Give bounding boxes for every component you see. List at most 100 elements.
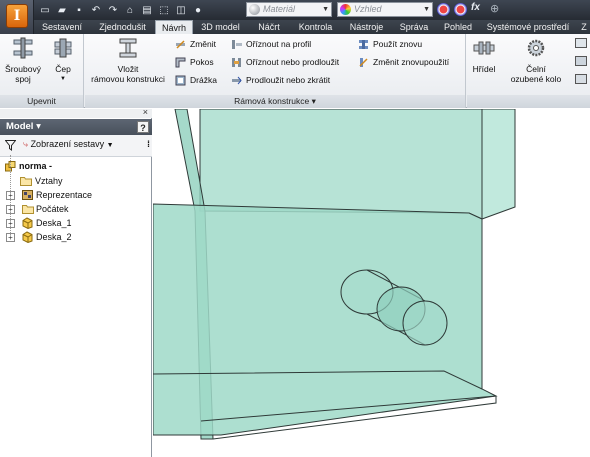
- tree-item-label: Počátek: [36, 204, 69, 214]
- group-upevnit-footer[interactable]: Upevnit: [0, 95, 83, 108]
- browser-title-bar[interactable]: Model ▾ ?: [0, 119, 152, 135]
- tree-guide-line: [10, 155, 11, 237]
- notch-label: Drážka: [190, 75, 217, 85]
- tree-item-label: Reprezentace: [36, 190, 93, 200]
- quick-access-toolbar: ▭ ▰ ▪ ↶ ↷ ⌂ ▤ ⬚ ◫ ●: [38, 2, 205, 18]
- tree-item-deska-1[interactable]: + Deska_1: [6, 216, 72, 230]
- frame-member-icon: [119, 38, 137, 58]
- graphics-viewport[interactable]: [153, 109, 590, 457]
- measure-icon[interactable]: ◫: [174, 3, 188, 17]
- trim-extend-button[interactable]: Oříznout nebo prodloužit: [231, 55, 339, 69]
- home-icon[interactable]: ⌂: [123, 3, 137, 17]
- model-3d-view[interactable]: [153, 109, 590, 457]
- chevron-down-icon: ▼: [106, 142, 114, 149]
- filter-icon[interactable]: [5, 140, 16, 151]
- cam-icon[interactable]: [575, 74, 587, 84]
- change-frame-icon: [176, 40, 185, 49]
- change-button[interactable]: Změnit: [175, 37, 216, 51]
- insert-frame-button[interactable]: Vložit rámovou konstrukci: [85, 37, 171, 84]
- tree-item-vztahy[interactable]: Vztahy: [20, 174, 63, 188]
- panel-header-strip: ×: [0, 107, 152, 118]
- spur-gear-button[interactable]: Čelní ozubené kolo: [503, 37, 569, 84]
- pin-button[interactable]: Čep ▼: [46, 37, 80, 84]
- new-file-icon[interactable]: ▭: [38, 3, 52, 17]
- trim-extend-label: Oříznout nebo prodloužit: [246, 57, 340, 67]
- title-bar: ▭ ▰ ▪ ↶ ↷ ⌂ ▤ ⬚ ◫ ● Materiál ▼ Vzhled ▼ …: [0, 0, 590, 20]
- inventor-logo-icon: I: [6, 4, 28, 28]
- adjust-appearance-icon[interactable]: [454, 3, 467, 16]
- open-folder-icon[interactable]: ▰: [55, 3, 69, 17]
- bearing-icon[interactable]: [575, 38, 587, 48]
- lengthen-button[interactable]: Prodloužit nebo zkrátit: [231, 73, 330, 87]
- select-icon[interactable]: ⬚: [157, 3, 171, 17]
- spur-gear-icon: [527, 39, 545, 57]
- browser-toolbar: ⤷ Zobrazení sestavy ▼ ⁞: [0, 135, 152, 157]
- undo-icon[interactable]: ↶: [89, 3, 103, 17]
- tab-kontrola[interactable]: Kontrola: [290, 20, 341, 34]
- redo-icon[interactable]: ↷: [106, 3, 120, 17]
- trim-profile-label: Oříznout na profil: [246, 39, 312, 49]
- hole-inner[interactable]: [402, 300, 448, 346]
- appearance-ball-icon: [340, 4, 351, 15]
- reuse-icon: [359, 40, 368, 49]
- bolt-connection-icon: [13, 37, 33, 59]
- properties-icon[interactable]: ▤: [140, 3, 154, 17]
- ribbon-panel: Šroubový spoj Čep ▼ Upevnit Vložit rámov…: [0, 34, 590, 108]
- tab-nastroje[interactable]: Nástroje: [341, 20, 392, 34]
- trim-extend-icon: [232, 58, 241, 67]
- fx-parameters-icon[interactable]: fx: [471, 2, 480, 13]
- close-icon[interactable]: ×: [143, 107, 148, 117]
- reuse-button[interactable]: Použít znovu: [358, 37, 422, 51]
- trim-profile-icon: [232, 40, 242, 49]
- vbelt-icon[interactable]: [575, 56, 587, 66]
- crosshair-icon[interactable]: ⊕: [490, 2, 499, 15]
- tree-item-pocatek[interactable]: + Počátek: [6, 202, 69, 216]
- folder-icon: [22, 205, 34, 214]
- search-icon[interactable]: ⁞: [147, 139, 150, 149]
- chevron-down-icon: ▼: [60, 76, 66, 82]
- update-icon[interactable]: ●: [191, 3, 205, 17]
- miter-button[interactable]: Pokos: [175, 55, 214, 69]
- help-icon[interactable]: ?: [137, 121, 149, 133]
- tree-item-label: Deska_2: [36, 232, 72, 242]
- group-transmission-footer[interactable]: [467, 95, 590, 108]
- browser-title[interactable]: Model ▾: [6, 121, 41, 132]
- model-browser: × Model ▾ ? ⤷ Zobrazení sestavy ▼ ⁞ norm…: [0, 107, 152, 457]
- tab-nacrt[interactable]: Náčrt: [248, 20, 290, 34]
- appearance-placeholder: Vzhled: [354, 4, 382, 14]
- insert-frame-line2: rámovou konstrukci: [91, 74, 165, 84]
- save-icon[interactable]: ▪: [72, 3, 86, 17]
- tab-sestaveni[interactable]: Sestavení: [34, 20, 90, 34]
- folder-icon: [20, 177, 32, 186]
- tab-navrh[interactable]: Návrh: [155, 20, 193, 35]
- appearance-combo[interactable]: Vzhled ▼: [337, 2, 433, 17]
- notch-button[interactable]: Drážka: [175, 73, 217, 87]
- gear-label-line1: Čelní: [526, 64, 546, 74]
- lengthen-label: Prodloužit nebo zkrátit: [246, 75, 331, 85]
- tab-systemove-prostredi[interactable]: Systémové prostředí: [480, 20, 576, 34]
- shaft-button[interactable]: Hřídel: [467, 37, 501, 74]
- material-combo[interactable]: Materiál ▼: [246, 2, 332, 17]
- view-icon: ⤷: [23, 139, 29, 149]
- tab-3d-model[interactable]: 3D model: [193, 20, 248, 34]
- tree-item-deska-2[interactable]: + Deska_2: [6, 230, 72, 244]
- change-reuse-button[interactable]: Změnit znovupoužití: [358, 55, 449, 69]
- bolt-connection-button[interactable]: Šroubový spoj: [2, 37, 44, 84]
- tab-pohled[interactable]: Pohled: [436, 20, 480, 34]
- tab-zjednodusit[interactable]: Zjednodušit: [90, 20, 155, 34]
- tab-sprava[interactable]: Správa: [392, 20, 436, 34]
- pin-icon: [54, 38, 72, 58]
- plate-right-face[interactable]: [481, 109, 516, 220]
- plate-deska-1-top[interactable]: [199, 109, 483, 220]
- tree-root[interactable]: norma -: [5, 159, 52, 173]
- clear-appearance-icon[interactable]: [437, 3, 450, 16]
- tab-overflow[interactable]: Z: [578, 20, 590, 34]
- trim-profile-button[interactable]: Oříznout na profil: [231, 37, 311, 51]
- application-menu-button[interactable]: I: [0, 0, 34, 34]
- reuse-label: Použít znovu: [373, 39, 423, 49]
- part-icon: [22, 231, 33, 243]
- change-reuse-icon: [359, 58, 368, 67]
- tree-item-reprezentace[interactable]: + Reprezentace: [6, 188, 92, 202]
- miter-icon: [175, 57, 186, 68]
- assembly-view-selector[interactable]: ⤷ Zobrazení sestavy ▼: [23, 139, 114, 150]
